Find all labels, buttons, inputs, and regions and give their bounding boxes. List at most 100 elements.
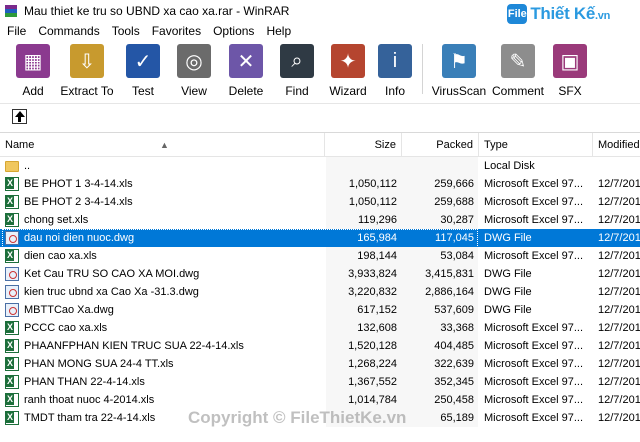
- file-row[interactable]: chong set.xls 119,296 30,287 Microsoft Exce…: [0, 211, 640, 229]
- file-size: 3,933,824: [348, 268, 397, 280]
- wizard-icon: ✦: [331, 44, 365, 78]
- view-glasses-icon: ◎: [177, 44, 211, 78]
- file-name: ..: [24, 160, 31, 172]
- toolbar-sfx-button[interactable]: ▣ SFX: [547, 42, 593, 98]
- dwg-file-icon: [5, 303, 19, 317]
- file-type: DWG File: [484, 232, 532, 244]
- excel-file-icon: [5, 339, 19, 353]
- file-packed-size: [402, 157, 474, 175]
- toolbar-extract-to-button[interactable]: ⇩ Extract To: [56, 42, 118, 98]
- file-size: [325, 157, 397, 175]
- folder-icon: [5, 161, 19, 172]
- excel-file-icon: [5, 213, 19, 227]
- file-modified: 12/7/201: [598, 268, 640, 280]
- toolbar-virusscan-button[interactable]: ⚑ VirusScan: [429, 42, 489, 98]
- file-modified: [598, 157, 640, 175]
- file-modified: 12/7/201: [598, 196, 640, 208]
- file-modified: 12/7/201: [598, 376, 640, 388]
- toolbar-add-button[interactable]: ▦ Add: [10, 42, 56, 98]
- up-folder-button[interactable]: [12, 109, 27, 124]
- file-name: dien cao xa.xls: [24, 250, 97, 262]
- file-packed-size: 404,485: [434, 340, 474, 352]
- file-row[interactable]: PCCC cao xa.xls 132,608 33,368 Microsoft Ex…: [0, 319, 640, 337]
- toolbar-info-button[interactable]: i Info: [374, 42, 416, 98]
- menu-favorites[interactable]: Favorites: [146, 24, 207, 38]
- file-type: Microsoft Excel 97...: [484, 394, 584, 406]
- file-row[interactable]: BE PHOT 1 3-4-14.xls 1,050,112 259,666 Micr…: [0, 175, 640, 193]
- menu-tools[interactable]: Tools: [106, 24, 146, 38]
- file-size: 132,608: [357, 322, 397, 334]
- file-type: DWG File: [484, 304, 532, 316]
- toolbar-wizard-button[interactable]: ✦ Wizard: [322, 42, 374, 98]
- file-type: Local Disk: [484, 160, 535, 172]
- file-packed-size: 322,639: [434, 358, 474, 370]
- file-row[interactable]: PHAN MONG SUA 24-4 TT.xls 1,268,224 322,63…: [0, 355, 640, 373]
- toolbar-button-label: Wizard: [329, 84, 367, 98]
- extract-to-icon: ⇩: [70, 44, 104, 78]
- file-row[interactable]: PHAN THAN 22-4-14.xls 1,367,552 352,345 Mic…: [0, 373, 640, 391]
- toolbar-separator: [422, 44, 423, 94]
- file-row[interactable]: kien truc ubnd xa Cao Xa -31.3.dwg 3,220,…: [0, 283, 640, 301]
- column-header-size[interactable]: Size: [325, 133, 402, 157]
- copyright-watermark: Copyright © FileThietKe.vn: [188, 408, 407, 427]
- file-row[interactable]: BE PHOT 2 3-4-14.xls 1,050,112 259,688 Micr…: [0, 193, 640, 211]
- excel-file-icon: [5, 249, 19, 263]
- toolbar-find-button[interactable]: ⌕ Find: [272, 42, 322, 98]
- toolbar-test-button[interactable]: ✓ Test: [118, 42, 168, 98]
- dwg-file-icon: [5, 231, 19, 245]
- winrar-app-icon[interactable]: [4, 4, 18, 18]
- file-list[interactable]: Name ▲ Size Packed Type Modified .. Local…: [0, 132, 640, 442]
- file-packed-size: 352,345: [434, 376, 474, 388]
- file-size: 198,144: [357, 250, 397, 262]
- file-row[interactable]: MBTTCao Xa.dwg 617,152 537,609 DWG File 12/7…: [0, 301, 640, 319]
- file-modified: 12/7/201: [598, 394, 640, 406]
- file-row[interactable]: dien cao xa.xls 198,144 53,084 Microsoft Ex…: [0, 247, 640, 265]
- file-type: DWG File: [484, 268, 532, 280]
- column-header-name[interactable]: Name ▲: [0, 133, 325, 157]
- brand-badge: File: [507, 4, 528, 24]
- file-type: Microsoft Excel 97...: [484, 358, 584, 370]
- toolbar-button-label: Comment: [491, 84, 544, 98]
- file-packed-size: 259,666: [434, 178, 474, 190]
- file-packed-size: 537,609: [434, 304, 474, 316]
- file-row[interactable]: dau noi dien nuoc.dwg 165,984 117,045 DWG F…: [0, 229, 640, 248]
- menu-options[interactable]: Options: [207, 24, 260, 38]
- file-row[interactable]: Ket Cau TRU SO CAO XA MOI.dwg 3,933,824 3,…: [0, 265, 640, 283]
- brand-text: Thiết Kế.vn: [530, 4, 610, 23]
- test-icon: ✓: [126, 44, 160, 78]
- file-row[interactable]: PHAANFPHAN KIEN TRUC SUA 22-4-14.xls 1,52…: [0, 337, 640, 355]
- file-name: BE PHOT 2 3-4-14.xls: [24, 196, 133, 208]
- file-type: Microsoft Excel 97...: [484, 250, 584, 262]
- toolbar-button-label: VirusScan: [431, 84, 487, 98]
- file-name: kien truc ubnd xa Cao Xa -31.3.dwg: [24, 286, 199, 298]
- sfx-icon: ▣: [553, 44, 587, 78]
- file-name: PHAANFPHAN KIEN TRUC SUA 22-4-14.xls: [24, 340, 244, 352]
- file-name: chong set.xls: [24, 214, 89, 226]
- menu-help[interactable]: Help: [260, 24, 297, 38]
- file-size: 617,152: [357, 304, 397, 316]
- toolbar-comment-button[interactable]: ✎ Comment: [489, 42, 547, 98]
- comment-icon: ✎: [501, 44, 535, 78]
- column-header-type[interactable]: Type: [479, 133, 593, 157]
- file-name: dau noi dien nuoc.dwg: [24, 232, 135, 244]
- file-size: 1,520,128: [348, 340, 397, 352]
- file-modified: 12/7/201: [598, 358, 640, 370]
- file-modified: 12/7/201: [598, 412, 640, 424]
- toolbar-button-label: SFX: [558, 84, 582, 98]
- parent-folder-row[interactable]: .. Local Disk: [0, 157, 640, 175]
- toolbar-view-button[interactable]: ◎ View: [168, 42, 220, 98]
- file-packed-size: 53,084: [440, 250, 474, 262]
- file-modified: 12/7/201: [598, 214, 640, 226]
- column-header-modified[interactable]: Modified: [593, 133, 640, 157]
- toolbar-delete-button[interactable]: ✕ Delete: [220, 42, 272, 98]
- column-header-packed[interactable]: Packed: [402, 133, 479, 157]
- file-modified: 12/7/201: [598, 304, 640, 316]
- menu-commands[interactable]: Commands: [32, 24, 105, 38]
- menu-file[interactable]: File: [0, 24, 32, 38]
- excel-file-icon: [5, 375, 19, 389]
- file-size: 1,050,112: [348, 196, 397, 208]
- dwg-file-icon: [5, 285, 19, 299]
- file-row[interactable]: ranh thoat nuoc 4-2014.xls 1,014,784 250,4…: [0, 391, 640, 409]
- file-size: 119,296: [358, 214, 397, 226]
- list-header: Name ▲ Size Packed Type Modified: [0, 133, 640, 157]
